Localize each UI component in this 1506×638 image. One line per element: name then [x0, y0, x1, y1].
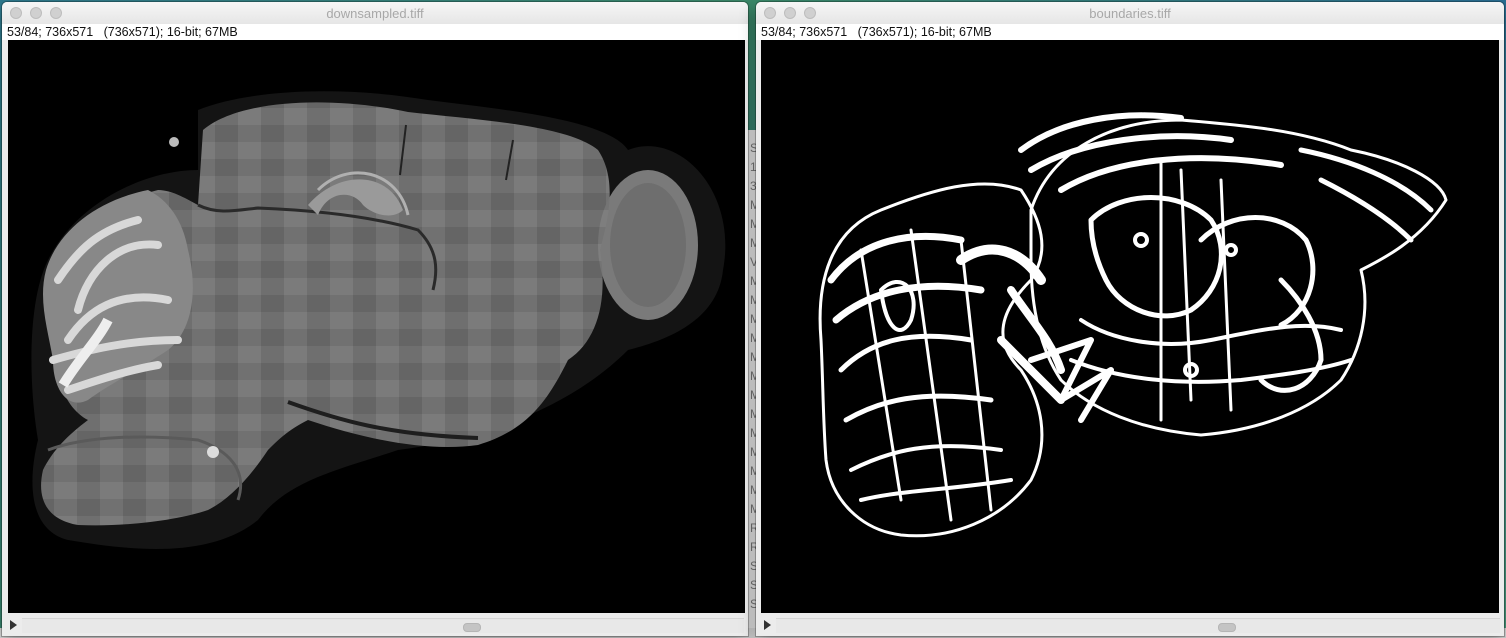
slice-slider-track[interactable]: [776, 618, 1500, 633]
title-bar[interactable]: boundaries.tiff: [756, 2, 1504, 25]
slice-slider-thumb[interactable]: [1218, 623, 1236, 632]
boundary-outline-image: [818, 112, 1448, 538]
window-title: downsampled.tiff: [326, 6, 424, 21]
image-canvas[interactable]: [8, 40, 745, 613]
play-icon[interactable]: [764, 620, 771, 630]
image-info-bar: 53/84; 736x571 (736x571); 16-bit; 67MB: [756, 24, 1504, 40]
image-canvas[interactable]: [761, 40, 1499, 613]
slice-scrollbar[interactable]: [756, 614, 1504, 636]
boundaries-image-window[interactable]: boundaries.tiff 53/84; 736x571 (736x571)…: [756, 2, 1504, 636]
brain-section-image: [31, 91, 726, 549]
image-info-bar: 53/84; 736x571 (736x571); 16-bit; 67MB: [2, 24, 748, 40]
slice-scrollbar[interactable]: [2, 614, 748, 636]
title-bar[interactable]: downsampled.tiff: [2, 2, 748, 25]
window-title: boundaries.tiff: [1089, 6, 1171, 21]
slice-slider-thumb[interactable]: [463, 623, 481, 632]
downsampled-image-window[interactable]: downsampled.tiff 53/84; 736x571 (736x571…: [2, 2, 748, 636]
play-icon[interactable]: [10, 620, 17, 630]
slice-slider-track[interactable]: [22, 618, 744, 633]
